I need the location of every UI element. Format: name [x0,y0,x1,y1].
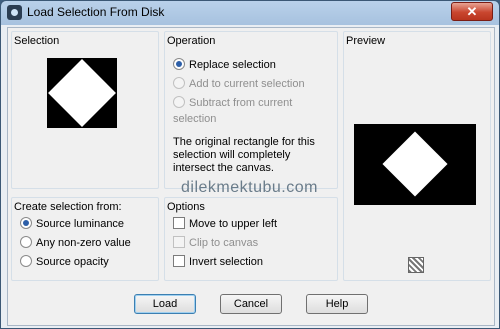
preview-diamond-shape [382,131,448,197]
operation-info-text: The original rectangle for this selectio… [173,136,315,174]
cancel-button[interactable]: Cancel [220,294,282,314]
replace-selection-label: Replace selection [189,59,276,71]
help-button[interactable]: Help [306,294,368,314]
subtract-from-selection-radio[interactable]: Subtract from current selection [173,95,337,125]
move-to-upper-left-label: Move to upper left [189,218,278,230]
operation-group: Operation Replace selection Add to curre… [164,31,338,189]
selection-thumbnail [47,58,117,128]
replace-selection-radio[interactable]: Replace selection [173,57,276,73]
options-group-title: Options [167,201,205,213]
radio-indicator[interactable] [20,255,32,267]
dialog-window: Load Selection From Disk ✕ Selection Ope… [0,0,500,329]
operation-group-title: Operation [167,35,216,47]
preview-canvas [354,124,476,205]
source-luminance-radio[interactable]: Source luminance [20,216,124,232]
options-group: Options Move to upper left Clip to canva… [164,197,338,281]
selection-group: Selection [11,31,159,189]
window-title: Load Selection From Disk [27,5,165,19]
radio-indicator[interactable] [173,96,185,108]
title-bar[interactable]: Load Selection From Disk ✕ [1,1,499,25]
add-to-selection-radio[interactable]: Add to current selection [173,76,305,92]
any-non-zero-value-label: Any non-zero value [36,237,131,249]
clip-to-canvas-label: Clip to canvas [189,237,259,249]
preview-group: Preview [343,31,491,281]
source-luminance-label: Source luminance [36,218,125,230]
load-button[interactable]: Load [134,294,196,314]
subtract-from-selection-label: Subtract from current selection [173,97,293,125]
radio-indicator[interactable] [20,217,32,229]
source-opacity-radio[interactable]: Source opacity [20,254,109,270]
checkbox-box[interactable] [173,217,185,229]
radio-indicator[interactable] [173,58,185,70]
selection-diamond-shape [48,59,116,127]
pattern-icon[interactable] [408,257,424,273]
radio-indicator[interactable] [20,236,32,248]
selection-group-title: Selection [14,35,60,47]
invert-selection-checkbox[interactable]: Invert selection [173,254,263,270]
clip-to-canvas-checkbox[interactable]: Clip to canvas [173,235,258,251]
close-button[interactable]: ✕ [451,2,493,21]
invert-selection-label: Invert selection [189,256,263,268]
app-icon [7,5,22,20]
dialog-body: Selection Operation Replace selection Ad… [7,27,495,326]
source-opacity-label: Source opacity [36,256,109,268]
checkbox-box[interactable] [173,255,185,267]
watermark-text: dilekmektubu.com [181,179,318,196]
checkbox-box[interactable] [173,236,185,248]
radio-indicator[interactable] [173,77,185,89]
preview-group-title: Preview [346,35,386,47]
any-non-zero-value-radio[interactable]: Any non-zero value [20,235,131,251]
move-to-upper-left-checkbox[interactable]: Move to upper left [173,216,277,232]
add-to-selection-label: Add to current selection [189,78,305,90]
create-selection-group-title: Create selection from: [14,201,122,213]
create-selection-group: Create selection from: Source luminance … [11,197,159,281]
